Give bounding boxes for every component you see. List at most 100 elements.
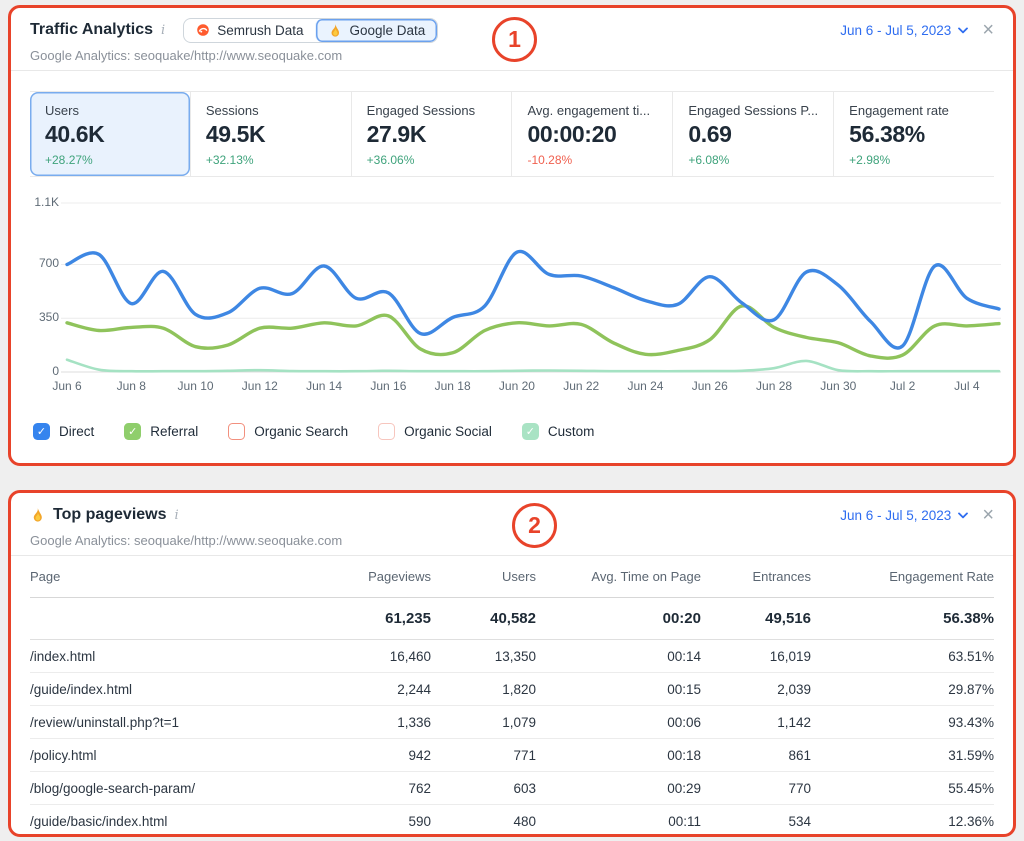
x-axis-label: Jun 16 [370,379,406,393]
date-range-text: Jun 6 - Jul 5, 2023 [840,23,951,38]
page-path: /index.html [30,649,311,664]
series-line-referral [67,306,999,358]
annotation-circle-1: 1 [492,17,537,62]
page-path: /policy.html [30,748,311,763]
x-axis-label: Jun 10 [178,379,214,393]
cell-pageviews: 762 [311,781,431,796]
metric-tile-engagement-rate[interactable]: Engagement rate 56.38% +2.98% [833,92,994,176]
metric-label: Engaged Sessions P... [688,103,818,118]
column-header-users[interactable]: Users [431,569,536,584]
page-title: Top pageviews [53,506,167,524]
tab-label: Semrush Data [217,23,303,38]
legend-label: Custom [548,424,595,439]
chevron-down-icon [958,27,968,34]
checkbox-organic-search[interactable] [228,423,245,440]
cell-entrances: 770 [701,781,811,796]
total-users: 40,582 [431,610,536,627]
page-path: /blog/google-search-param/ [30,781,311,796]
cell-avg-time: 00:29 [536,781,701,796]
close-icon[interactable]: × [982,506,994,524]
data-source-subtitle: Google Analytics: seoquake/http://www.se… [30,533,994,548]
x-axis-label: Jun 8 [117,379,146,393]
column-header-entrances[interactable]: Entrances [701,569,811,584]
metric-value: 0.69 [688,121,818,148]
close-icon[interactable]: × [982,21,994,39]
series-line-custom [67,360,999,372]
date-range-selector[interactable]: Jun 6 - Jul 5, 2023 [840,23,968,38]
y-axis-label: 1.1K [33,195,59,209]
metric-tile-engaged-sessions[interactable]: Engaged Sessions 27.9K +36.06% [351,92,512,176]
cell-engagement-rate: 93.43% [811,715,994,730]
cell-users: 1,079 [431,715,536,730]
series-line-direct [67,251,999,348]
table-row: /policy.html 942 771 00:18 861 31.59% [30,739,994,772]
checkbox-referral[interactable] [124,423,141,440]
cell-engagement-rate: 12.36% [811,814,994,829]
cell-engagement-rate: 55.45% [811,781,994,796]
x-axis-label: Jun 22 [563,379,599,393]
x-axis-label: Jun 26 [692,379,728,393]
checkbox-organic-social[interactable] [378,423,395,440]
column-header-pageviews[interactable]: Pageviews [311,569,431,584]
cell-entrances: 861 [701,748,811,763]
column-header-engagement-rate[interactable]: Engagement Rate [811,569,994,584]
page-path: /guide/index.html [30,682,311,697]
cell-users: 1,820 [431,682,536,697]
cell-avg-time: 00:18 [536,748,701,763]
metric-tiles: Users 40.6K +28.27% Sessions 49.5K +32.1… [30,91,994,177]
flame-icon [30,507,45,523]
legend-label: Organic Search [254,424,348,439]
metric-tile-sessions[interactable]: Sessions 49.5K +32.13% [190,92,351,176]
table-row: /blog/google-search-param/ 762 603 00:29… [30,772,994,805]
y-axis-label: 0 [33,364,59,378]
legend-item-custom[interactable]: Custom [522,423,595,440]
pageviews-table: Page Pageviews Users Avg. Time on Page E… [30,556,994,838]
cell-entrances: 2,039 [701,682,811,697]
x-axis-label: Jun 30 [820,379,856,393]
metric-delta: +36.06% [367,153,497,167]
cell-engagement-rate: 63.51% [811,649,994,664]
top-pageviews-widget: Top pageviews i Jun 6 - Jul 5, 2023 × Go… [8,490,1016,837]
total-pageviews: 61,235 [311,610,431,627]
x-axis-label: Jul 4 [954,379,979,393]
date-range-text: Jun 6 - Jul 5, 2023 [840,508,951,523]
checkbox-custom[interactable] [522,423,539,440]
column-header-avg-time[interactable]: Avg. Time on Page [536,569,701,584]
cell-users: 480 [431,814,536,829]
legend-item-direct[interactable]: Direct [33,423,94,440]
info-icon[interactable]: i [175,508,179,523]
metric-label: Engaged Sessions [367,103,497,118]
metric-tile-avg-engagement-time[interactable]: Avg. engagement ti... 00:00:20 -10.28% [511,92,672,176]
page-title: Traffic Analytics [30,21,153,39]
cell-pageviews: 942 [311,748,431,763]
x-axis-label: Jul 2 [890,379,915,393]
traffic-analytics-widget: Traffic Analytics i Semrush Data [8,5,1016,466]
metric-tile-users[interactable]: Users 40.6K +28.27% [30,92,190,176]
column-header-page[interactable]: Page [30,569,311,584]
cell-avg-time: 00:11 [536,814,701,829]
legend-item-referral[interactable]: Referral [124,423,198,440]
cell-avg-time: 00:06 [536,715,701,730]
tab-semrush-data[interactable]: Semrush Data [184,19,315,42]
legend-item-organic-search[interactable]: Organic Search [228,423,348,440]
chart-canvas [33,191,1003,397]
data-source-toggle: Semrush Data Google Data [183,18,438,43]
total-avg-time: 00:20 [536,610,701,627]
info-icon[interactable]: i [161,23,165,38]
checkbox-direct[interactable] [33,423,50,440]
table-row: /review/uninstall.php?t=1 1,336 1,079 00… [30,706,994,739]
metric-label: Avg. engagement ti... [527,103,657,118]
legend-item-organic-social[interactable]: Organic Social [378,423,492,440]
metric-label: Users [45,103,175,118]
traffic-line-chart: 1.1K7003500 Jun 6Jun 8Jun 10Jun 12Jun 14… [33,191,1003,397]
tab-label: Google Data [349,23,425,38]
metric-tile-engaged-sessions-per[interactable]: Engaged Sessions P... 0.69 +6.08% [672,92,833,176]
metric-label: Sessions [206,103,336,118]
cell-pageviews: 590 [311,814,431,829]
x-axis-label: Jun 20 [499,379,535,393]
tab-google-data[interactable]: Google Data [315,19,437,42]
date-range-selector[interactable]: Jun 6 - Jul 5, 2023 [840,508,968,523]
metric-value: 49.5K [206,121,336,148]
metric-value: 56.38% [849,121,979,148]
cell-entrances: 534 [701,814,811,829]
